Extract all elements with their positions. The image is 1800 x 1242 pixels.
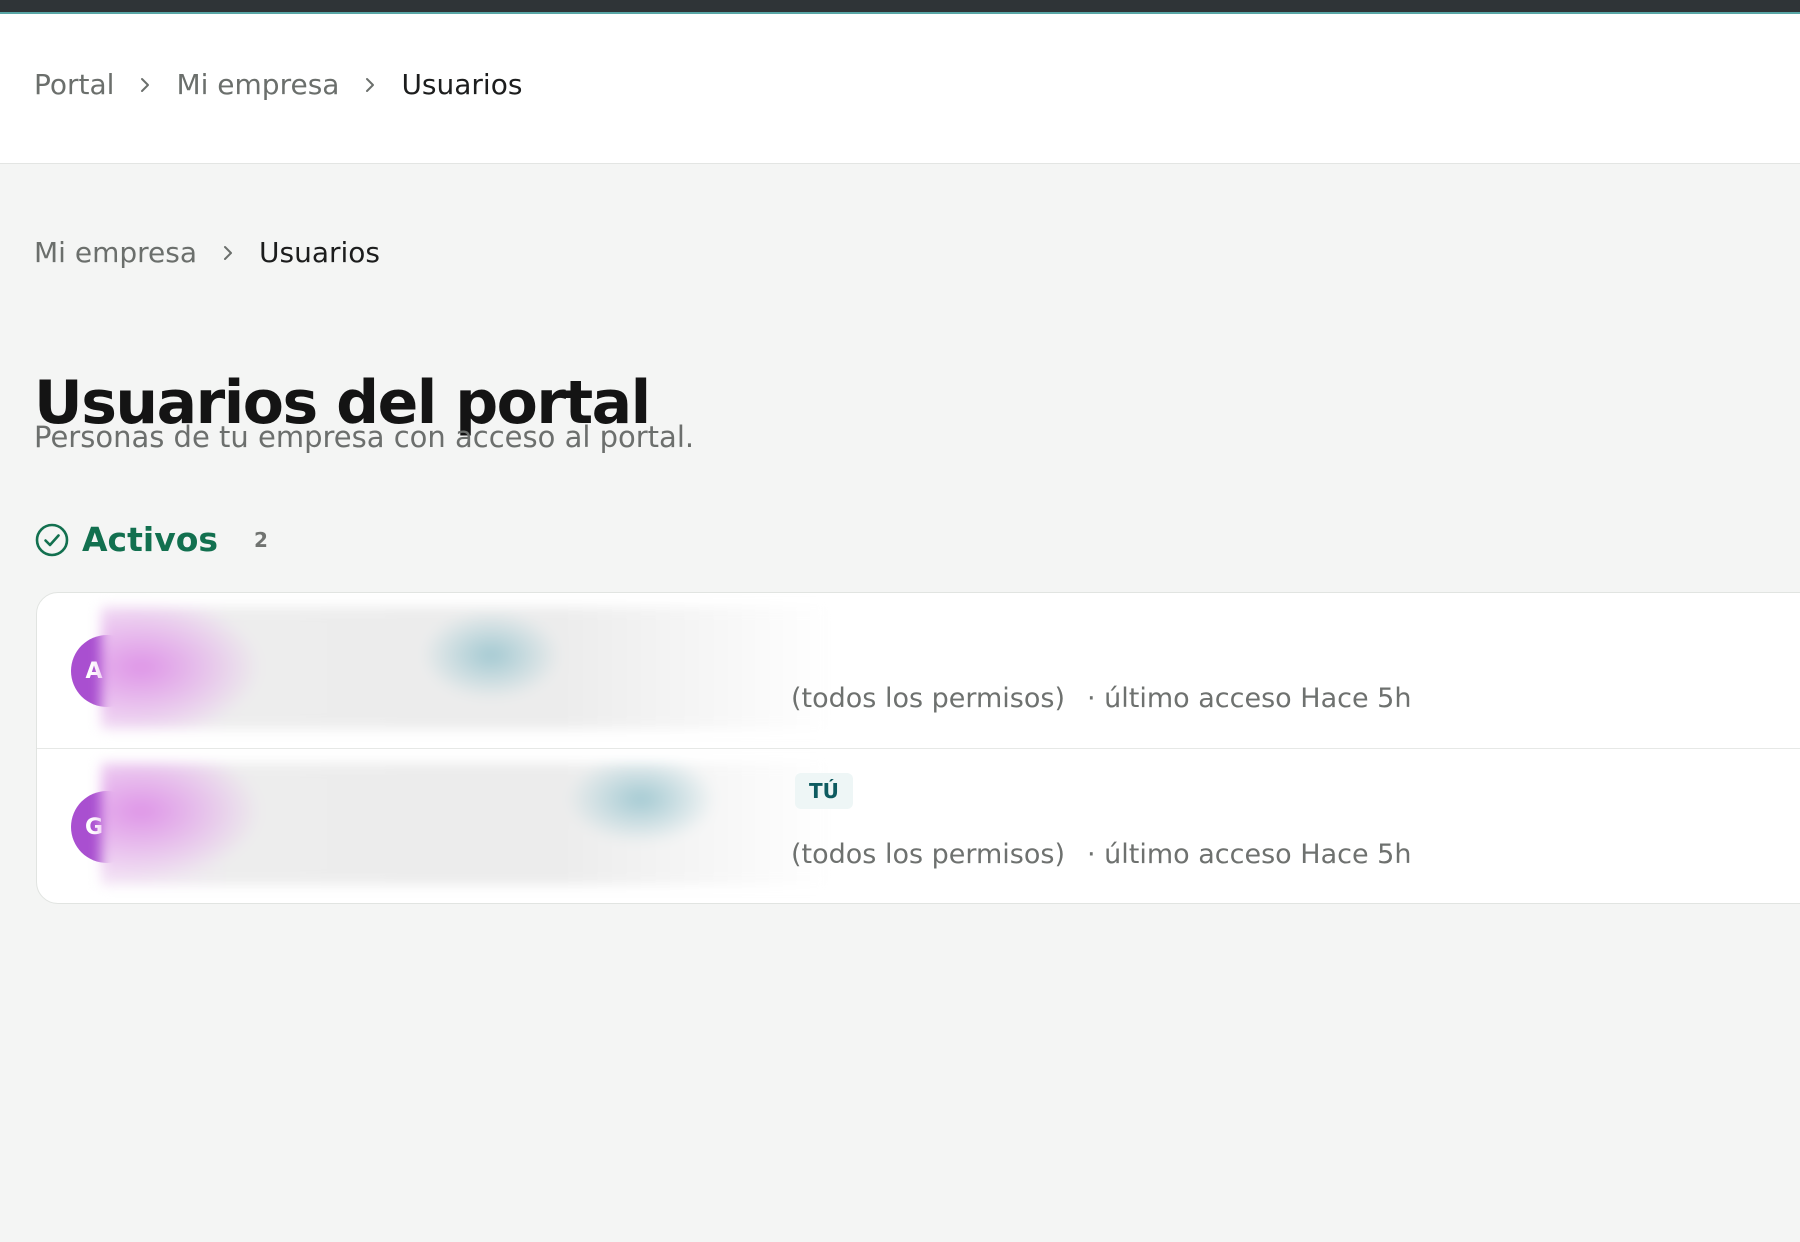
user-meta: (todos los permisos) · último acceso Hace…	[791, 839, 1411, 870]
avatar-initial: A	[85, 658, 103, 684]
user-meta: (todos los permisos) · último acceso Hace…	[791, 683, 1411, 714]
page-breadcrumb: Mi empresa Usuarios	[34, 236, 380, 269]
redacted-user-info	[101, 607, 831, 729]
chevron-right-icon	[361, 76, 379, 94]
breadcrumb-item-portal[interactable]: Portal	[34, 68, 114, 101]
check-circle-icon	[34, 522, 70, 558]
page-breadcrumb-item-mi-empresa[interactable]: Mi empresa	[34, 236, 197, 269]
window-top-strip	[0, 0, 1800, 14]
redacted-user-info	[101, 763, 831, 885]
users-list: A (todos los permisos) · último acceso Ha…	[36, 592, 1800, 904]
page-subtitle: Personas de tu empresa con acceso al por…	[34, 420, 695, 454]
user-role: (todos los permisos)	[791, 683, 1065, 714]
section-header-activos: Activos 2	[34, 520, 268, 559]
chevron-right-icon	[219, 244, 237, 262]
top-bar: Portal Mi empresa Usuarios	[0, 14, 1800, 164]
user-role: (todos los permisos)	[791, 839, 1065, 870]
breadcrumb-item-usuarios: Usuarios	[401, 68, 523, 101]
page-breadcrumb-item-usuarios: Usuarios	[258, 236, 380, 269]
breadcrumb: Portal Mi empresa Usuarios	[34, 68, 522, 101]
user-last-access: · último acceso Hace 5h	[1086, 683, 1412, 714]
current-user-badge: TÚ	[795, 773, 853, 809]
chevron-right-icon	[136, 76, 154, 94]
user-last-access: · último acceso Hace 5h	[1086, 839, 1412, 870]
list-item[interactable]: A (todos los permisos) · último acceso Ha…	[37, 593, 1800, 749]
section-label: Activos	[82, 520, 219, 559]
section-count: 2	[254, 527, 268, 552]
breadcrumb-item-mi-empresa[interactable]: Mi empresa	[176, 68, 339, 101]
list-item[interactable]: G TÚ (todos los permisos) · último acceso…	[37, 749, 1800, 903]
